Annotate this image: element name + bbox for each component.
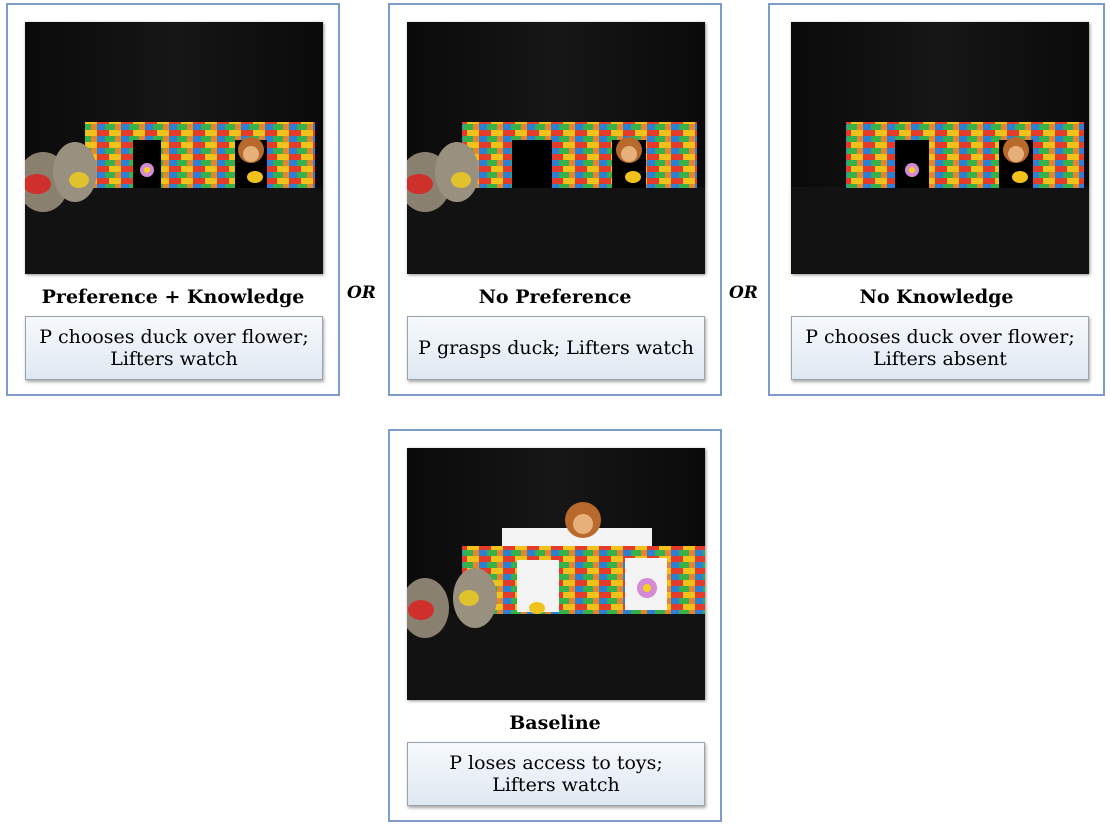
- condition-title: No Preference: [478, 286, 632, 308]
- condition-description: P chooses duck over flower; Lifters abse…: [791, 316, 1089, 380]
- condition-title: Preference + Knowledge: [41, 286, 305, 308]
- scene-photo: [25, 22, 323, 274]
- scene-photo: [407, 22, 705, 274]
- scene-photo: [791, 22, 1089, 274]
- panel-no-preference: No Preference P grasps duck; Lifters wat…: [388, 3, 722, 396]
- or-connector: OR: [347, 283, 376, 303]
- condition-title: No Knowledge: [859, 286, 1014, 308]
- panel-baseline: Baseline P loses access to toys; Lifters…: [388, 429, 722, 822]
- condition-description: P grasps duck; Lifters watch: [407, 316, 705, 380]
- scene-photo: [407, 448, 705, 700]
- panel-no-knowledge: No Knowledge P chooses duck over flower;…: [768, 3, 1105, 396]
- condition-title: Baseline: [509, 712, 601, 734]
- panel-preference-knowledge: Preference + Knowledge P chooses duck ov…: [6, 3, 340, 396]
- condition-description: P loses access to toys; Lifters watch: [407, 742, 705, 806]
- condition-description: P chooses duck over flower; Lifters watc…: [25, 316, 323, 380]
- or-connector: OR: [729, 283, 758, 303]
